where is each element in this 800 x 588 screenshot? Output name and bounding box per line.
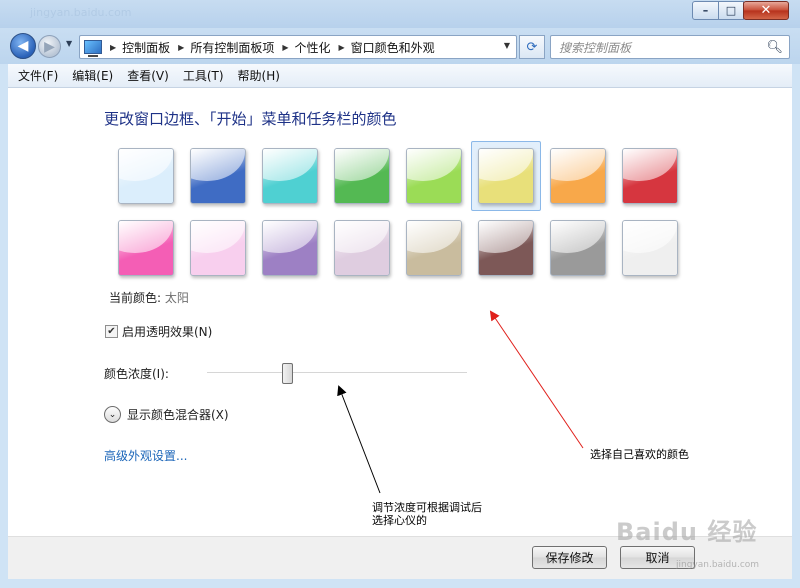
intensity-annotation-note: 调节浓度可根据调试后 选择心仪的	[372, 501, 482, 527]
watermark-text: Baidu 经验	[616, 518, 758, 546]
watermark-subtext: jingyan.baidu.com	[676, 560, 760, 570]
intensity-note-line-1: 调节浓度可根据调试后	[372, 501, 482, 514]
color-annotation-note: 选择自己喜欢的颜色	[590, 448, 689, 461]
intensity-note-line-2: 选择心仪的	[372, 514, 427, 527]
intensity-arrow	[337, 385, 381, 494]
annotation-arrows	[337, 310, 584, 494]
save-changes-button[interactable]: 保存修改	[532, 546, 607, 569]
color-arrow	[489, 310, 584, 449]
